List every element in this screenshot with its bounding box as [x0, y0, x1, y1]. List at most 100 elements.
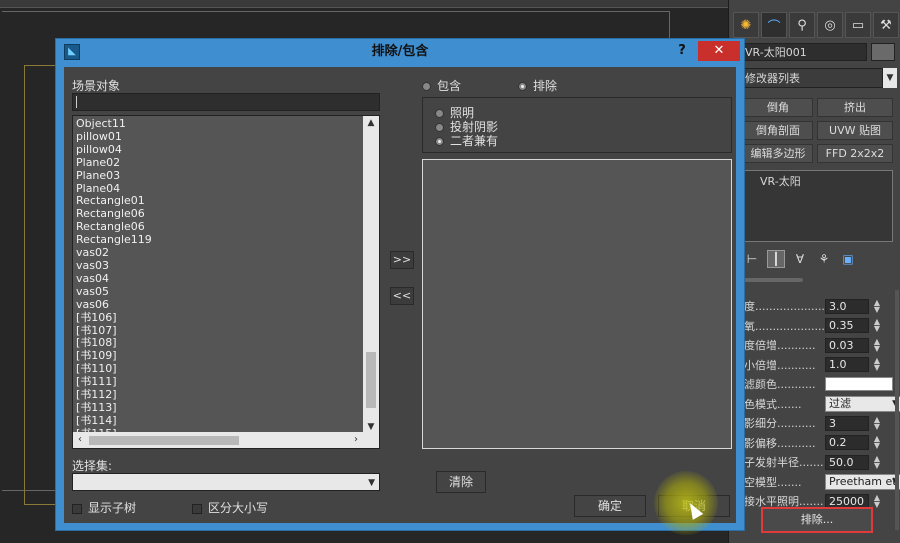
- excluded-objects-list[interactable]: [422, 159, 732, 449]
- show-subtree-checkbox-icon[interactable]: [72, 503, 82, 514]
- list-item[interactable]: Plane03: [75, 169, 361, 183]
- both-radio-icon[interactable]: [435, 137, 444, 146]
- include-radio-icon[interactable]: [422, 82, 431, 91]
- param-row: 光子发射半径....... 50.0 ▲ ▼: [733, 454, 883, 470]
- param-spinner-input[interactable]: 3: [825, 415, 869, 431]
- spinner-arrows-icon[interactable]: ▲ ▼: [871, 298, 883, 314]
- param-spinner-input[interactable]: 50.0: [825, 454, 869, 470]
- list-item[interactable]: [书109]: [75, 349, 361, 363]
- modifier-stack[interactable]: VR-太阳: [743, 170, 893, 242]
- create-tab-icon[interactable]: ✺: [733, 12, 759, 38]
- spinner-arrows-icon[interactable]: ▲ ▼: [871, 357, 883, 372]
- list-item[interactable]: vas03: [75, 259, 361, 273]
- list-item[interactable]: pillow04: [75, 143, 361, 157]
- remove-from-list-button[interactable]: <<: [390, 287, 414, 305]
- list-item[interactable]: Object11: [75, 117, 361, 131]
- list-item[interactable]: Plane02: [75, 156, 361, 170]
- show-end-result-icon[interactable]: ┃: [767, 250, 785, 268]
- edit-poly-button[interactable]: 编辑多边形: [743, 144, 813, 163]
- object-name-field[interactable]: VR-太阳001: [741, 43, 867, 61]
- scene-objects-search-input[interactable]: [72, 93, 380, 111]
- spinner-arrows-icon[interactable]: ▲ ▼: [871, 454, 883, 470]
- param-spinner-input[interactable]: 0.03: [825, 337, 869, 353]
- scene-objects-list[interactable]: Object11 pillow01 pillow04 Plane02 Plane03 Pl…: [72, 115, 380, 449]
- add-to-list-button[interactable]: >>: [390, 251, 414, 269]
- chevron-down-icon[interactable]: ▼: [883, 68, 897, 88]
- object-color-swatch[interactable]: [871, 43, 895, 61]
- vertical-scrollbar[interactable]: ▲ ▼: [363, 116, 379, 434]
- selection-set-dropdown[interactable]: ▼: [72, 473, 380, 491]
- modify-tab-icon[interactable]: ⌒: [761, 12, 787, 38]
- make-unique-icon[interactable]: ∀: [791, 250, 809, 268]
- shadow-casting-radio-icon[interactable]: [435, 123, 444, 132]
- bevel-profile-button[interactable]: 倒角剖面: [743, 121, 813, 140]
- spinner-arrows-icon[interactable]: ▲ ▼: [871, 337, 883, 353]
- chevron-right-icon[interactable]: ›: [349, 432, 363, 448]
- horizontal-scrollbar[interactable]: ‹ ›: [73, 432, 379, 448]
- list-item[interactable]: [书107]: [75, 324, 361, 338]
- spinner-arrows-icon[interactable]: ▲ ▼: [871, 415, 883, 431]
- param-dropdown[interactable]: 过滤▼: [825, 395, 900, 412]
- shadow-casting-radio[interactable]: 投射阴影: [435, 120, 498, 134]
- help-icon[interactable]: ?: [674, 42, 690, 60]
- hscroll-thumb[interactable]: [89, 436, 239, 445]
- motion-tab-icon[interactable]: ◎: [817, 12, 843, 38]
- list-item[interactable]: Rectangle119: [75, 233, 361, 247]
- list-item[interactable]: vas06: [75, 298, 361, 312]
- both-radio[interactable]: 二者兼有: [435, 134, 498, 148]
- modifier-list-dropdown[interactable]: 修改器列表: [741, 68, 883, 88]
- show-subtree-checkbox[interactable]: 显示子树: [72, 501, 136, 515]
- bevel-button[interactable]: 倒角: [743, 98, 813, 117]
- exclude-button[interactable]: 排除...: [761, 507, 873, 533]
- extrude-button[interactable]: 挤出: [817, 98, 893, 117]
- pin-stack-icon[interactable]: ⊢: [743, 250, 761, 268]
- stack-tools: ⊢ ┃ ∀ ⚘ ▣: [743, 250, 895, 268]
- list-item[interactable]: vas02: [75, 246, 361, 260]
- configure-sets-icon[interactable]: ▣: [839, 250, 857, 268]
- ok-button[interactable]: 确定: [574, 495, 646, 517]
- case-sensitive-checkbox[interactable]: 区分大小写: [192, 501, 268, 515]
- list-item[interactable]: [书113]: [75, 401, 361, 415]
- param-dropdown[interactable]: Preetham et▼: [825, 473, 900, 490]
- illumination-radio[interactable]: 照明: [435, 106, 474, 120]
- param-spinner-input[interactable]: 0.35: [825, 318, 869, 333]
- spinner-arrows-icon[interactable]: ▲ ▼: [871, 435, 883, 450]
- scene-objects-items: Object11 pillow01 pillow04 Plane02 Plane03 Pl…: [73, 116, 363, 441]
- exclude-radio-icon[interactable]: [518, 82, 527, 91]
- list-item[interactable]: [书112]: [75, 388, 361, 402]
- chevron-left-icon[interactable]: ‹: [73, 432, 87, 448]
- include-radio[interactable]: 包含: [422, 79, 461, 93]
- uvw-map-button[interactable]: UVW 贴图: [817, 121, 893, 140]
- param-label: 浊度.....................: [733, 300, 825, 313]
- remove-modifier-icon[interactable]: ⚘: [815, 250, 833, 268]
- scrollbar-thumb[interactable]: [366, 352, 376, 408]
- list-item[interactable]: [书108]: [75, 337, 361, 350]
- list-item[interactable]: pillow01: [75, 130, 361, 144]
- ffd-button[interactable]: FFD 2x2x2: [817, 144, 893, 163]
- close-button[interactable]: ✕: [698, 41, 740, 61]
- both-label: 二者兼有: [450, 134, 499, 148]
- selection-set-label: 选择集:: [72, 459, 113, 473]
- list-item[interactable]: [书111]: [75, 375, 361, 389]
- clear-button[interactable]: 清除: [436, 471, 486, 493]
- hierarchy-tab-icon[interactable]: ⚲: [789, 12, 815, 38]
- stack-item-vr-sun[interactable]: VR-太阳: [744, 171, 892, 191]
- spinner-arrows-icon[interactable]: ▲ ▼: [871, 318, 883, 333]
- utilities-tab-icon[interactable]: ⚒: [873, 12, 899, 38]
- list-item[interactable]: vas04: [75, 272, 361, 286]
- param-spinner-input[interactable]: 3.0: [825, 298, 869, 314]
- list-item[interactable]: vas05: [75, 285, 361, 299]
- chevron-up-icon[interactable]: ▲: [363, 116, 379, 130]
- param-label: 颜色模式.......: [733, 397, 802, 411]
- display-tab-icon[interactable]: ▭: [845, 12, 871, 38]
- param-spinner-input[interactable]: 1.0: [825, 357, 869, 372]
- case-sensitive-checkbox-icon[interactable]: [192, 503, 202, 514]
- list-item[interactable]: [书114]: [75, 414, 361, 428]
- illumination-radio-icon[interactable]: [435, 109, 444, 118]
- exclude-radio[interactable]: 排除: [518, 79, 557, 93]
- panel-scrollbar[interactable]: [895, 290, 899, 530]
- param-spinner-input[interactable]: 0.2: [825, 435, 869, 450]
- list-item[interactable]: [书106]: [75, 311, 361, 325]
- color-swatch[interactable]: [825, 377, 893, 391]
- list-item[interactable]: [书110]: [75, 362, 361, 376]
